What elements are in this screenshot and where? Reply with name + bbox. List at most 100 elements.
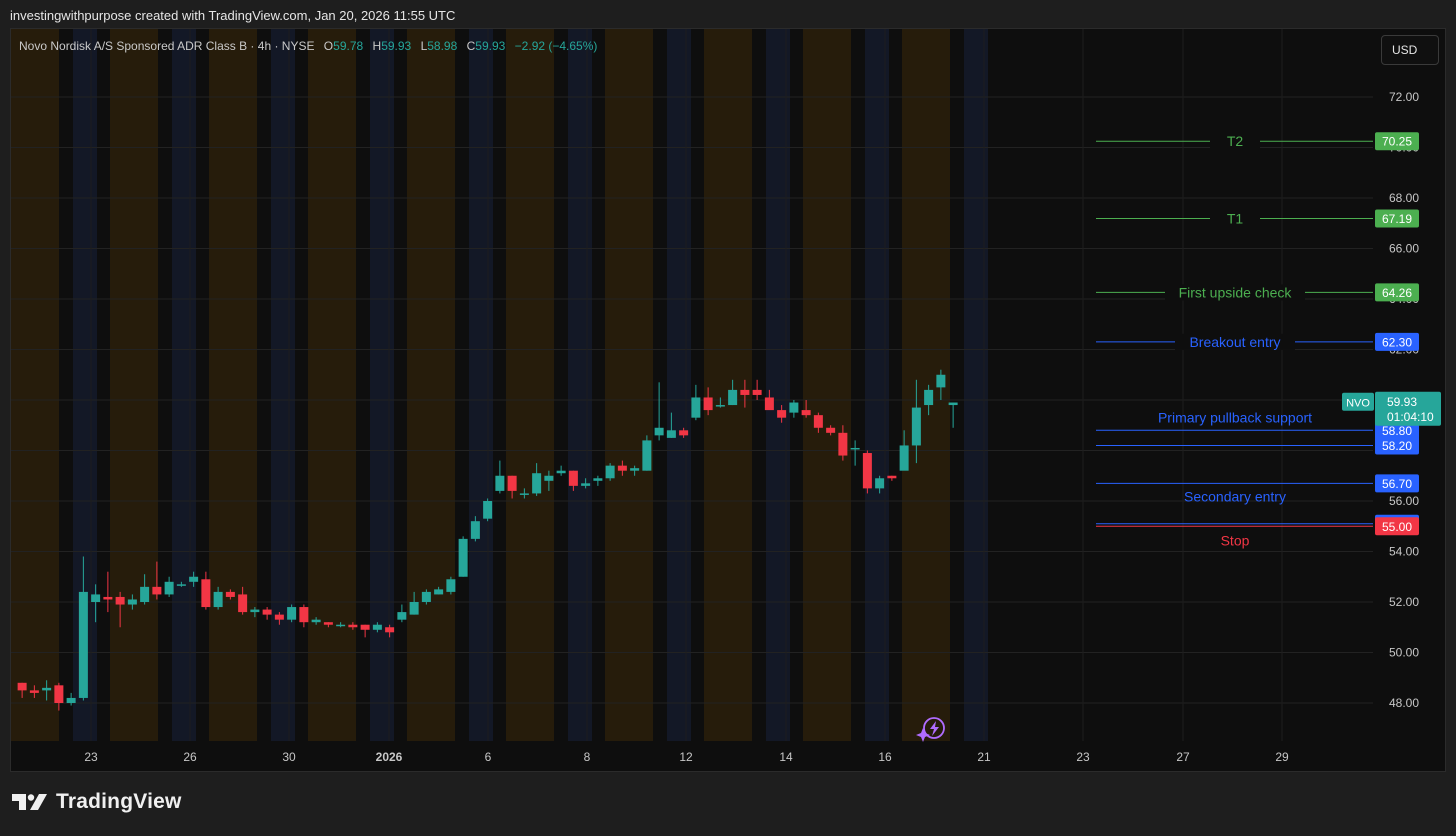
candle-body[interactable] bbox=[434, 589, 444, 595]
level-price-label: 56.70 bbox=[1382, 477, 1412, 491]
candle-body[interactable] bbox=[495, 475, 505, 491]
candle-body[interactable] bbox=[703, 397, 713, 411]
candle-body[interactable] bbox=[715, 405, 725, 407]
candle-body[interactable] bbox=[581, 483, 591, 486]
candle-body[interactable] bbox=[666, 430, 676, 438]
candle-body[interactable] bbox=[924, 389, 934, 406]
candle-body[interactable] bbox=[752, 389, 762, 395]
x-axis-tick-label: 12 bbox=[679, 750, 693, 764]
candle-body[interactable] bbox=[103, 596, 113, 600]
candle-body[interactable] bbox=[348, 624, 358, 628]
candle-body[interactable] bbox=[899, 445, 909, 471]
candle-body[interactable] bbox=[813, 415, 823, 428]
symbol-description[interactable]: Novo Nordisk A/S Sponsored ADR Class B ·… bbox=[19, 39, 314, 53]
candle-body[interactable] bbox=[323, 622, 333, 625]
chart-panel[interactable]: 48.0050.0052.0054.0056.0058.0060.0062.00… bbox=[10, 28, 1446, 772]
candle-body[interactable] bbox=[556, 470, 566, 474]
candle-body[interactable] bbox=[421, 591, 431, 602]
candle-body[interactable] bbox=[911, 407, 921, 446]
candle-body[interactable] bbox=[176, 584, 186, 586]
candle-body[interactable] bbox=[483, 501, 493, 519]
candle-body[interactable] bbox=[17, 682, 27, 691]
candle-body[interactable] bbox=[679, 430, 689, 436]
candle-body[interactable] bbox=[850, 447, 860, 450]
candle-body[interactable] bbox=[470, 521, 480, 539]
candle-body[interactable] bbox=[826, 427, 836, 433]
candle-body[interactable] bbox=[152, 586, 162, 595]
candle-body[interactable] bbox=[519, 493, 529, 495]
candle-body[interactable] bbox=[287, 607, 297, 620]
candle-body[interactable] bbox=[862, 453, 872, 489]
session-band bbox=[407, 29, 455, 741]
candle-body[interactable] bbox=[875, 478, 885, 489]
session-band bbox=[110, 29, 158, 741]
candle-body[interactable] bbox=[728, 389, 738, 406]
candle-body[interactable] bbox=[78, 591, 88, 698]
level-price-label: 58.80 bbox=[1382, 424, 1412, 438]
candle-body[interactable] bbox=[42, 687, 52, 691]
candle-body[interactable] bbox=[532, 473, 542, 494]
candle-body[interactable] bbox=[397, 612, 407, 620]
candle-body[interactable] bbox=[115, 596, 125, 605]
candle-body[interactable] bbox=[250, 609, 260, 613]
candle-body[interactable] bbox=[201, 579, 211, 608]
candle-body[interactable] bbox=[936, 374, 946, 388]
candle-body[interactable] bbox=[225, 591, 235, 597]
candle-body[interactable] bbox=[372, 624, 382, 630]
candle-body[interactable] bbox=[140, 586, 150, 602]
candle-body[interactable] bbox=[189, 576, 199, 582]
candle-body[interactable] bbox=[764, 397, 774, 411]
level-label: First upside check bbox=[1179, 284, 1293, 300]
candle-body[interactable] bbox=[568, 470, 578, 486]
candle-body[interactable] bbox=[458, 538, 468, 577]
brand-name: TradingView bbox=[56, 790, 182, 813]
session-band bbox=[469, 29, 493, 741]
currency-button[interactable]: USD bbox=[1381, 35, 1439, 65]
candle-body[interactable] bbox=[311, 619, 321, 623]
tradingview-brand[interactable]: TradingView bbox=[12, 790, 182, 814]
candle-body[interactable] bbox=[544, 475, 554, 481]
session-band bbox=[308, 29, 356, 741]
candle-body[interactable] bbox=[54, 685, 64, 703]
candle-body[interactable] bbox=[691, 397, 701, 418]
candle-body[interactable] bbox=[336, 624, 346, 627]
candle-body[interactable] bbox=[838, 432, 848, 456]
level-price-label: 62.30 bbox=[1382, 335, 1412, 349]
candle-body[interactable] bbox=[801, 410, 811, 416]
candle-body[interactable] bbox=[213, 591, 223, 608]
candle-body[interactable] bbox=[446, 579, 456, 592]
open-value: 59.78 bbox=[333, 39, 364, 53]
candle-body[interactable] bbox=[642, 440, 652, 471]
level-label: Secondary entry bbox=[1184, 488, 1286, 504]
candle-body[interactable] bbox=[887, 475, 897, 479]
candle-body[interactable] bbox=[385, 627, 395, 633]
level-label: Breakout entry bbox=[1189, 334, 1280, 350]
candle-body[interactable] bbox=[789, 402, 799, 413]
candle-body[interactable] bbox=[507, 475, 517, 491]
candle-body[interactable] bbox=[66, 697, 76, 703]
candle-body[interactable] bbox=[238, 594, 248, 613]
candle-body[interactable] bbox=[274, 614, 284, 620]
candle-body[interactable] bbox=[654, 427, 664, 436]
candle-body[interactable] bbox=[29, 690, 39, 693]
y-axis-tick-label: 52.00 bbox=[1389, 595, 1419, 609]
candle-body[interactable] bbox=[164, 581, 174, 595]
candle-body[interactable] bbox=[91, 594, 101, 602]
candle-body[interactable] bbox=[127, 599, 137, 605]
candle-body[interactable] bbox=[409, 602, 419, 615]
candle-body[interactable] bbox=[299, 607, 309, 623]
x-axis-tick-label: 2026 bbox=[376, 750, 403, 764]
candle-body[interactable] bbox=[777, 410, 787, 418]
candle-body[interactable] bbox=[948, 402, 958, 406]
candle-body[interactable] bbox=[617, 465, 627, 471]
session-band bbox=[11, 29, 59, 741]
x-axis-tick-label: 8 bbox=[584, 750, 591, 764]
y-axis-tick-label: 72.00 bbox=[1389, 90, 1419, 104]
price-chart[interactable]: 48.0050.0052.0054.0056.0058.0060.0062.00… bbox=[11, 29, 1445, 771]
candle-body[interactable] bbox=[593, 478, 603, 481]
candle-body[interactable] bbox=[740, 389, 750, 395]
candle-body[interactable] bbox=[630, 468, 640, 471]
candle-body[interactable] bbox=[360, 624, 370, 630]
candle-body[interactable] bbox=[262, 609, 272, 615]
candle-body[interactable] bbox=[605, 465, 615, 479]
